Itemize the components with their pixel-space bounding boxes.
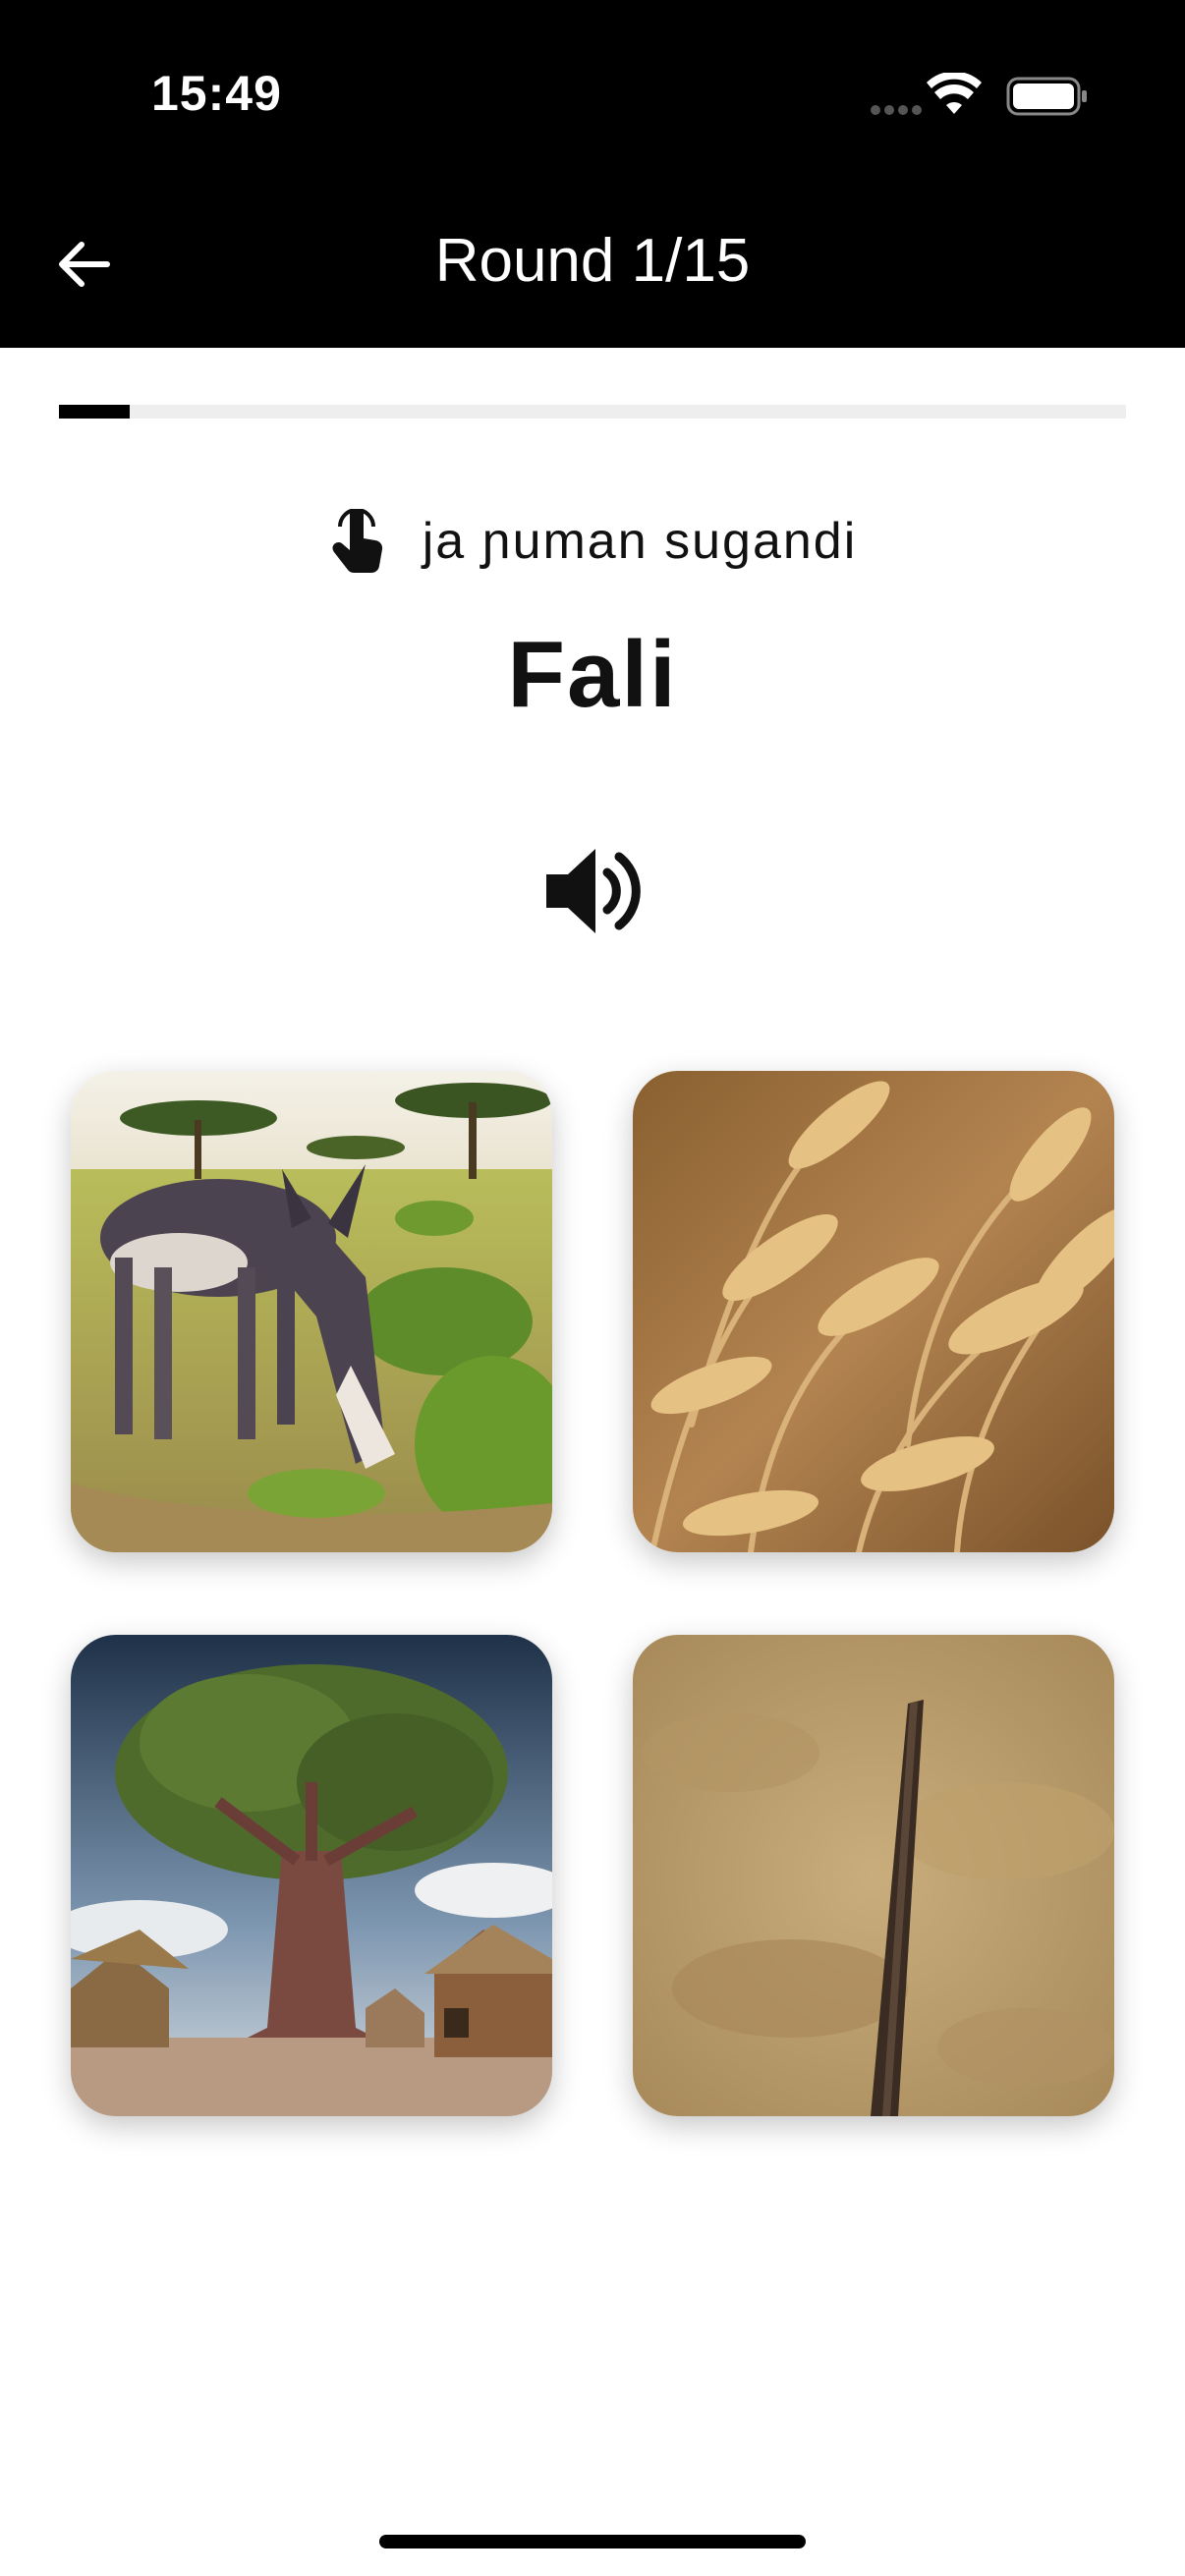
instruction: ja ɲuman sugandi bbox=[0, 509, 1185, 574]
choice-card-stick[interactable] bbox=[633, 1635, 1114, 2116]
baobab-image bbox=[71, 1635, 552, 2116]
wheat-image bbox=[633, 1071, 1114, 1552]
speaker-icon bbox=[546, 849, 641, 933]
choice-card-wheat[interactable] bbox=[633, 1071, 1114, 1552]
choice-card-donkey[interactable] bbox=[71, 1071, 552, 1552]
round-progress-bar bbox=[59, 405, 1126, 419]
instruction-text: ja ɲuman sugandi bbox=[422, 513, 858, 570]
status-icons bbox=[792, 0, 1185, 196]
stick-image bbox=[633, 1635, 1114, 2116]
page-title: Round 1/15 bbox=[434, 227, 751, 295]
tap-hand-icon bbox=[332, 509, 382, 574]
donkey-image bbox=[71, 1071, 552, 1552]
play-audio-button[interactable] bbox=[542, 845, 643, 937]
top-bar: 15:49 Round 1/15 bbox=[0, 0, 1185, 348]
status-time: 15:49 bbox=[151, 66, 282, 121]
target-word: Fali bbox=[507, 622, 678, 727]
signal-icon bbox=[871, 102, 926, 120]
home-indicator bbox=[379, 2535, 806, 2548]
battery-icon bbox=[1006, 77, 1087, 116]
round-progress-fill bbox=[59, 405, 131, 419]
wifi-icon bbox=[927, 73, 982, 114]
choice-card-baobab[interactable] bbox=[71, 1635, 552, 2116]
